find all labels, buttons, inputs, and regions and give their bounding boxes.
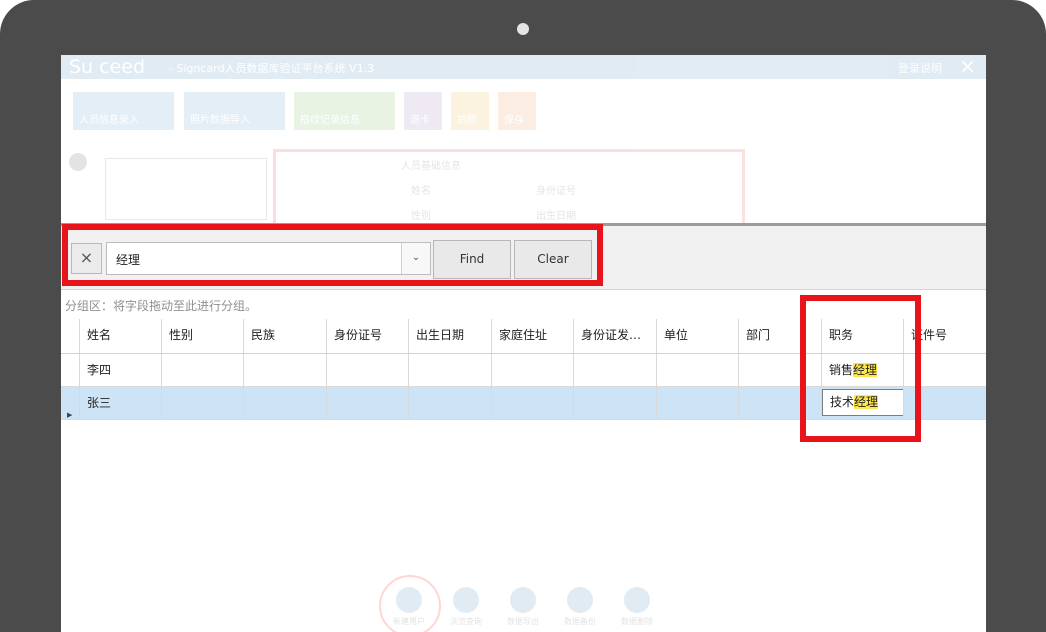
annotation-box-job-column: [800, 295, 921, 442]
cell-ethnicity[interactable]: [243, 387, 326, 419]
cell-id-issuer[interactable]: [573, 387, 656, 419]
photo-frame: [105, 158, 267, 220]
cell-company[interactable]: [656, 387, 738, 419]
toolbar-button-3[interactable]: 指纹记录信息: [294, 92, 395, 130]
row-indicator: ▶: [61, 387, 79, 419]
bottom-label-backup: 数据备份: [564, 617, 596, 626]
form-label-birth: 出生日期: [536, 211, 576, 222]
column-header-address[interactable]: 家庭住址: [491, 319, 573, 353]
form-label-name: 姓名: [411, 186, 431, 197]
annotation-box-search: [62, 224, 603, 286]
camera-dot: [517, 23, 529, 35]
column-header-name[interactable]: 姓名: [79, 319, 161, 353]
title-bar: Su ceed - Signcard人员数据库验证平台系统 V1.3 登录说明 …: [61, 55, 986, 79]
cell-gender[interactable]: [161, 387, 243, 419]
app-logo: Su ceed: [69, 56, 146, 78]
bottom-label-browse: 浏览查询: [450, 617, 482, 626]
cell-name[interactable]: 李四: [79, 354, 161, 386]
bottom-label-delete: 数据删除: [621, 617, 653, 626]
cell-company[interactable]: [656, 354, 738, 386]
group-panel-hint: 分组区：将字段拖动至此进行分组。: [65, 299, 258, 313]
document-icon[interactable]: [510, 587, 536, 613]
bottom-label-new-user: 新建用户: [393, 617, 425, 626]
save-icon[interactable]: [567, 587, 593, 613]
toolbar-button-5[interactable]: 拍照: [451, 92, 489, 130]
toolbar-button-1[interactable]: 人员信息录入: [73, 92, 174, 130]
cell-birthdate[interactable]: [408, 387, 491, 419]
form-label-gender: 性别: [411, 211, 431, 222]
cell-address[interactable]: [491, 354, 573, 386]
column-header-id-issuer[interactable]: 身份证发…: [573, 319, 656, 353]
app-screen: Su ceed - Signcard人员数据库验证平台系统 V1.3 登录说明 …: [61, 55, 986, 632]
column-header-gender[interactable]: 性别: [161, 319, 243, 353]
tablet-frame: Su ceed - Signcard人员数据库验证平台系统 V1.3 登录说明 …: [0, 0, 1046, 632]
help-link[interactable]: 登录说明: [898, 60, 942, 76]
cell-id-number[interactable]: [326, 387, 408, 419]
cell-id-issuer[interactable]: [573, 354, 656, 386]
cell-birthdate[interactable]: [408, 354, 491, 386]
column-header-company[interactable]: 单位: [656, 319, 738, 353]
bottom-toolbar: 新建用户 浏览查询 数据导出 数据备份 数据删除: [61, 579, 986, 632]
cell-ethnicity[interactable]: [243, 354, 326, 386]
close-icon[interactable]: ×: [959, 55, 976, 78]
trash-icon[interactable]: [624, 587, 650, 613]
form-label-id: 身份证号: [536, 186, 576, 197]
toolbar-button-2[interactable]: 照片数据导入: [184, 92, 285, 130]
bottom-label-export: 数据导出: [507, 617, 539, 626]
user-icon[interactable]: [396, 587, 422, 613]
background-app: Su ceed - Signcard人员数据库验证平台系统 V1.3 登录说明 …: [61, 55, 986, 229]
toolbar-button-6[interactable]: 保存: [498, 92, 536, 130]
cell-address[interactable]: [491, 387, 573, 419]
app-title: - Signcard人员数据库验证平台系统 V1.3: [169, 62, 375, 75]
form-group-title: 人员基础信息: [401, 161, 461, 172]
column-header-birthdate[interactable]: 出生日期: [408, 319, 491, 353]
cell-gender[interactable]: [161, 354, 243, 386]
column-header-ethnicity[interactable]: 民族: [243, 319, 326, 353]
toolbar-button-4[interactable]: 退卡: [404, 92, 442, 130]
back-icon[interactable]: [69, 153, 87, 171]
form-frame: [273, 149, 745, 229]
column-header-id-number[interactable]: 身份证号: [326, 319, 408, 353]
row-indicator: [61, 354, 79, 386]
cell-name[interactable]: 张三: [79, 387, 161, 419]
eye-icon[interactable]: [453, 587, 479, 613]
current-row-arrow-icon: ▶: [67, 411, 73, 419]
cell-id-number[interactable]: [326, 354, 408, 386]
